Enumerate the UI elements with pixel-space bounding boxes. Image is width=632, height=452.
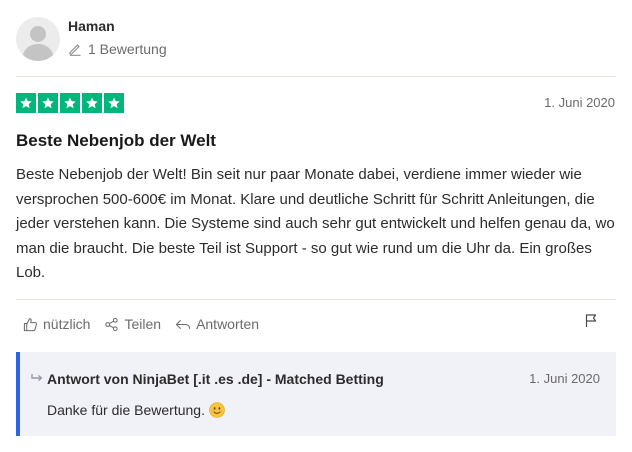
share-label: Teilen (124, 316, 162, 332)
reply-date: 1. Juni 2020 (529, 371, 600, 386)
star-icon (60, 93, 80, 113)
review-count-label: 1 Bewertung (88, 41, 167, 57)
thumbs-up-icon (23, 317, 37, 331)
company-reply: Antwort von NinjaBet [.it .es .de] - Mat… (16, 352, 616, 436)
share-button[interactable]: Teilen (104, 316, 161, 332)
report-button[interactable] (584, 313, 598, 333)
useful-button[interactable]: nützlich (23, 316, 90, 332)
author-name[interactable]: Haman (68, 18, 115, 34)
reply-text-row: Danke für die Bewertung. (47, 402, 225, 418)
star-icon (38, 93, 58, 113)
avatar[interactable] (16, 17, 60, 61)
review-count: 1 Bewertung (68, 41, 167, 57)
divider (16, 299, 616, 300)
star-icon (82, 93, 102, 113)
review-date: 1. Juni 2020 (544, 95, 615, 110)
reply-button[interactable]: Antworten (175, 316, 259, 332)
smiling-face-emoji-icon (209, 402, 225, 418)
star-icon (104, 93, 124, 113)
reply-author: Antwort von NinjaBet [.it .es .de] - Mat… (47, 371, 384, 387)
pencil-icon (69, 44, 81, 56)
reply-text: Danke für die Bewertung. (47, 402, 205, 418)
flag-icon (585, 314, 597, 327)
star-rating (16, 93, 124, 113)
reply-arrow-icon (175, 319, 191, 329)
useful-label: nützlich (43, 316, 91, 332)
reply-indicator-icon (31, 374, 43, 382)
user-silhouette-icon (22, 26, 54, 61)
divider (16, 76, 616, 77)
reply-label: Antworten (196, 316, 260, 332)
star-icon (16, 93, 36, 113)
share-icon (105, 317, 119, 331)
review-title[interactable]: Beste Nebenjob der Welt (16, 131, 216, 151)
review-actions: nützlich Teilen Antworten (23, 316, 259, 332)
review-body: Beste Nebenjob der Welt! Bin seit nur pa… (16, 166, 615, 281)
